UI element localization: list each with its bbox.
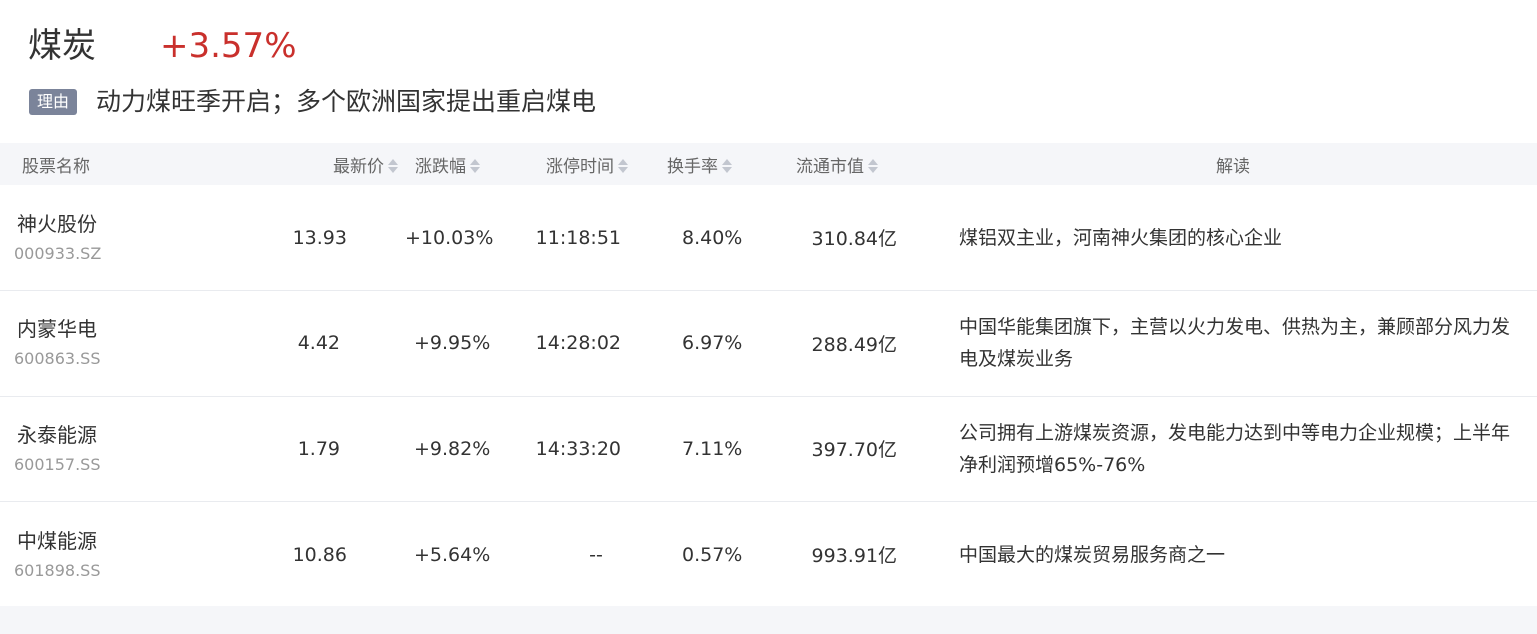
sort-icon[interactable] — [387, 158, 399, 174]
stock-code: 600863.SS — [14, 349, 101, 369]
limit-time-cell: 14:28:02 — [535, 332, 621, 355]
limit-time-cell: 14:33:20 — [535, 437, 621, 460]
change-cell: +9.82% — [414, 437, 491, 460]
column-header-change[interactable]: 涨跌幅 — [405, 143, 495, 185]
analysis-cell: 公司拥有上游煤炭资源，发电能力达到中等电力企业规模；上半年净利润预增65%-76… — [959, 421, 1511, 476]
sort-icon[interactable] — [721, 158, 733, 174]
table-row[interactable]: 内蒙华电 600863.SS 4.42 +9.95% 14:28:02 6.97… — [0, 291, 1537, 397]
sector-header: 煤炭 +3.57% 理由 动力煤旺季开启；多个欧洲国家提出重启煤电 — [0, 0, 1537, 143]
analysis-cell: 中国华能集团旗下，主营以火力发电、供热为主，兼顾部分风力发电及煤炭业务 — [959, 316, 1511, 371]
column-header-analysis: 解读 — [929, 143, 1537, 185]
table-row[interactable]: 中煤能源 601898.SS 10.86 +5.64% -- 0.57% 993… — [0, 502, 1537, 608]
sector-change-percent: +3.57% — [160, 26, 297, 66]
sort-icon[interactable] — [469, 158, 481, 174]
analysis-cell: 煤铝双主业，河南神火集团的核心企业 — [959, 226, 1283, 249]
limit-time-cell: -- — [589, 543, 603, 566]
stock-name[interactable]: 神火股份 — [14, 211, 235, 237]
column-header-turnover[interactable]: 换手率 — [667, 143, 759, 185]
table-row[interactable]: 永泰能源 600157.SS 1.79 +9.82% 14:33:20 7.11… — [0, 396, 1537, 502]
market-cap-cell: 993.91亿 — [811, 545, 897, 567]
stock-name[interactable]: 中煤能源 — [14, 528, 235, 554]
sort-icon[interactable] — [867, 158, 879, 174]
turnover-cell: 8.40% — [682, 226, 743, 249]
change-cell: +10.03% — [405, 226, 494, 249]
market-cap-cell: 310.84亿 — [811, 228, 897, 250]
column-header-price[interactable]: 最新价 — [235, 143, 405, 185]
column-header-market-cap[interactable]: 流通市值 — [759, 143, 929, 185]
analysis-cell: 中国最大的煤炭贸易服务商之一 — [959, 543, 1226, 566]
stock-name[interactable]: 内蒙华电 — [14, 316, 235, 342]
stock-cell[interactable]: 内蒙华电 600863.SS — [0, 291, 235, 397]
column-header-market-cap-label: 流通市值 — [796, 156, 864, 177]
market-cap-cell: 397.70亿 — [811, 439, 897, 462]
price-cell: 1.79 — [297, 437, 340, 460]
reason-text: 动力煤旺季开启；多个欧洲国家提出重启煤电 — [96, 87, 597, 116]
column-header-change-label: 涨跌幅 — [415, 156, 466, 177]
sector-title: 煤炭 — [28, 26, 96, 66]
change-cell: +5.64% — [414, 543, 491, 566]
stock-name[interactable]: 永泰能源 — [14, 422, 235, 448]
turnover-cell: 0.57% — [682, 543, 743, 566]
column-header-name: 股票名称 — [0, 143, 235, 185]
stock-cell[interactable]: 永泰能源 600157.SS — [0, 396, 235, 502]
turnover-cell: 7.11% — [682, 437, 743, 460]
footer-band — [0, 606, 1537, 634]
stock-cell[interactable]: 神火股份 000933.SZ — [0, 185, 235, 291]
stock-code: 000933.SZ — [14, 243, 102, 263]
reason-tag: 理由 — [29, 89, 77, 115]
change-cell: +9.95% — [414, 332, 491, 355]
price-cell: 4.42 — [297, 332, 340, 355]
stock-cell[interactable]: 中煤能源 601898.SS — [0, 502, 235, 608]
stock-table: 股票名称 最新价 涨跌幅 涨停时间 换手率 流通市值 解读 神火股份 00093… — [0, 143, 1537, 607]
stock-code: 600157.SS — [14, 454, 101, 474]
column-header-limit-time-label: 涨停时间 — [546, 156, 614, 177]
column-header-limit-time[interactable]: 涨停时间 — [495, 143, 667, 185]
table-row[interactable]: 神火股份 000933.SZ 13.93 +10.03% 11:18:51 8.… — [0, 185, 1537, 291]
price-cell: 10.86 — [292, 543, 347, 566]
sort-icon[interactable] — [617, 158, 629, 174]
turnover-cell: 6.97% — [682, 332, 743, 355]
stock-code: 601898.SS — [14, 560, 101, 580]
column-header-analysis-label: 解读 — [1216, 156, 1250, 177]
market-cap-cell: 288.49亿 — [811, 333, 897, 356]
limit-time-cell: 11:18:51 — [535, 226, 621, 249]
column-header-name-label: 股票名称 — [22, 156, 90, 177]
price-cell: 13.93 — [292, 226, 347, 249]
column-header-price-label: 最新价 — [333, 156, 384, 177]
table-header-row: 股票名称 最新价 涨跌幅 涨停时间 换手率 流通市值 解读 — [0, 143, 1537, 185]
column-header-turnover-label: 换手率 — [667, 156, 718, 177]
